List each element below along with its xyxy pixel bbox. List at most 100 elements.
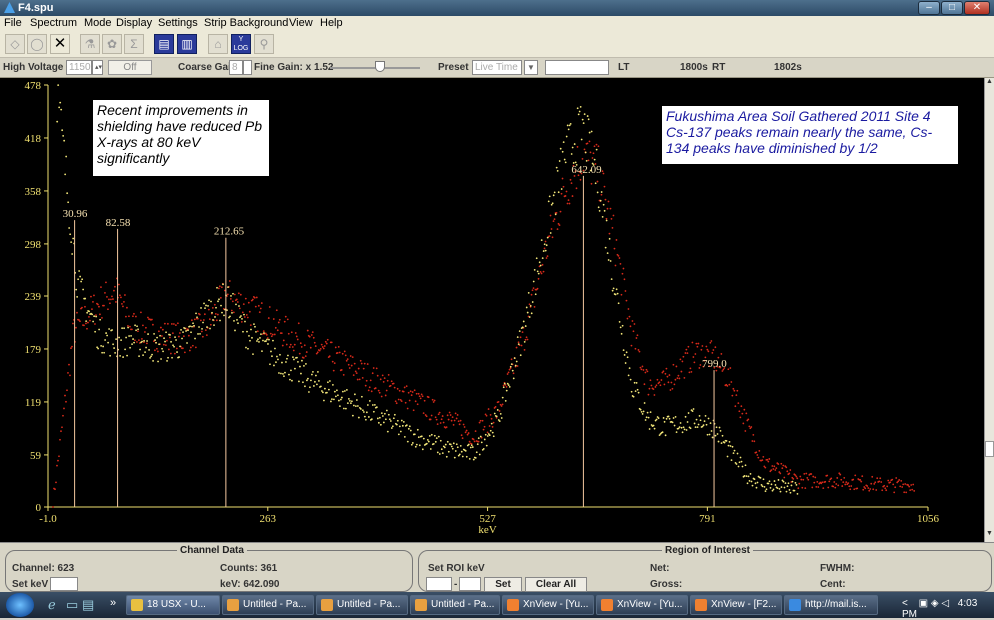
task-usx[interactable]: 18 USX - U...	[126, 595, 220, 615]
data-point	[757, 456, 760, 459]
data-point	[62, 134, 65, 137]
data-point	[745, 475, 748, 478]
data-point	[409, 429, 412, 432]
data-point	[844, 483, 847, 486]
data-point	[812, 475, 815, 478]
menu-file[interactable]: File	[4, 17, 22, 29]
data-point	[482, 447, 485, 450]
data-point	[205, 334, 208, 337]
data-point	[349, 402, 352, 405]
data-point	[491, 431, 494, 434]
off-button[interactable]: Off	[108, 60, 152, 75]
data-point	[454, 450, 457, 452]
preset-dropdown-icon[interactable]: ▼	[524, 60, 538, 75]
data-point	[317, 371, 319, 373]
high-voltage-spinner[interactable]: ▴▾	[92, 60, 103, 75]
data-point	[368, 400, 371, 402]
task-browser[interactable]: http://mail.is...	[784, 595, 878, 615]
home-icon[interactable]: ⌂	[208, 34, 228, 54]
preset-select[interactable]: Live Time	[472, 60, 522, 75]
data-point	[791, 480, 794, 483]
start-button[interactable]	[6, 593, 34, 617]
data-point	[259, 307, 262, 310]
toolbar-button-1[interactable]: ◇	[5, 34, 25, 54]
scroll-thumb[interactable]	[985, 441, 994, 457]
task-paint-2[interactable]: Untitled - Pa...	[316, 595, 408, 615]
scroll-down-icon[interactable]: ▼	[985, 530, 994, 540]
data-point	[803, 472, 806, 475]
task-xnview-1[interactable]: XnView - [Yu...	[502, 595, 594, 615]
set-kev-input[interactable]	[50, 577, 78, 591]
menu-help[interactable]: Help	[320, 17, 343, 29]
data-point	[181, 337, 183, 340]
vertical-scrollbar[interactable]: ▲ ▼	[984, 78, 994, 542]
data-point	[512, 377, 515, 380]
task-paint-1[interactable]: Untitled - Pa...	[222, 595, 314, 615]
data-point	[182, 331, 184, 334]
fine-gain-slider[interactable]	[374, 61, 385, 72]
data-point	[619, 326, 622, 329]
data-point	[269, 363, 271, 366]
close-button[interactable]: ✕	[964, 1, 990, 15]
data-point	[683, 376, 686, 379]
data-point	[326, 391, 328, 394]
task-xnview-3[interactable]: XnView - [F2...	[690, 595, 782, 615]
high-voltage-input[interactable]: 1150	[66, 60, 92, 75]
data-point	[552, 220, 555, 223]
toolbar-button-5[interactable]: ✿	[102, 34, 122, 54]
spectrum-view-icon[interactable]: ▤	[154, 34, 174, 54]
data-point	[140, 311, 142, 314]
ie-icon[interactable]: ℯ	[48, 597, 56, 613]
menu-spectrum[interactable]: Spectrum	[30, 17, 77, 29]
data-point	[535, 257, 538, 260]
menu-display[interactable]: Display	[116, 17, 152, 29]
quicklaunch-overflow-icon[interactable]: »	[110, 597, 116, 609]
data-point	[270, 335, 273, 338]
data-point	[894, 486, 897, 489]
task-paint-3[interactable]: Untitled - Pa...	[410, 595, 500, 615]
data-point	[272, 318, 275, 320]
coarse-gain-spinner[interactable]	[243, 60, 252, 75]
roi-end-input[interactable]	[459, 577, 481, 591]
data-point	[676, 377, 679, 380]
menu-view[interactable]: View	[289, 17, 313, 29]
scroll-up-icon[interactable]: ▲	[985, 78, 994, 88]
minimize-button[interactable]: –	[918, 1, 940, 15]
set-button[interactable]: Set	[484, 577, 522, 592]
data-point	[241, 311, 244, 314]
sum-icon[interactable]: Σ	[124, 34, 144, 54]
data-point	[192, 322, 194, 325]
tray-icons[interactable]: ▣ ◈ ◁	[919, 598, 949, 609]
data-point	[164, 344, 167, 346]
data-point	[621, 272, 624, 275]
data-point	[162, 343, 165, 346]
show-desktop-icon[interactable]: ▭	[66, 597, 78, 613]
coarse-gain-input[interactable]: 8	[229, 60, 243, 75]
data-point	[837, 484, 840, 487]
data-point	[323, 345, 326, 347]
data-point	[101, 351, 104, 354]
toolbar-button-4[interactable]: ⚗	[80, 34, 100, 54]
data-point	[361, 409, 364, 412]
roi-start-input[interactable]	[426, 577, 452, 591]
tray-expand-icon[interactable]: <	[902, 598, 908, 609]
data-point	[276, 355, 278, 358]
menu-settings[interactable]: Settings	[158, 17, 198, 29]
data-point	[147, 333, 149, 335]
spectrum-overlay-icon[interactable]: ▥	[177, 34, 197, 54]
rt-label: RT	[712, 62, 726, 73]
task-xnview-2[interactable]: XnView - [Yu...	[596, 595, 688, 615]
maximize-button[interactable]: □	[941, 1, 963, 15]
menu-strip-background[interactable]: Strip Background	[204, 17, 288, 29]
menu-mode[interactable]: Mode	[84, 17, 112, 29]
toolbar-button-11[interactable]: ⚲	[254, 34, 274, 54]
data-point	[82, 288, 85, 291]
quicklaunch-icon[interactable]: ▤	[82, 597, 94, 613]
y-log-icon[interactable]: Y LOG	[231, 34, 251, 54]
close-spectrum-icon[interactable]: ✕	[50, 34, 70, 54]
preset-value-input[interactable]	[545, 60, 609, 75]
data-point	[531, 289, 534, 292]
clear-all-button[interactable]: Clear All	[525, 577, 587, 592]
toolbar-button-2[interactable]: ◯	[27, 34, 47, 54]
data-point	[54, 488, 56, 491]
